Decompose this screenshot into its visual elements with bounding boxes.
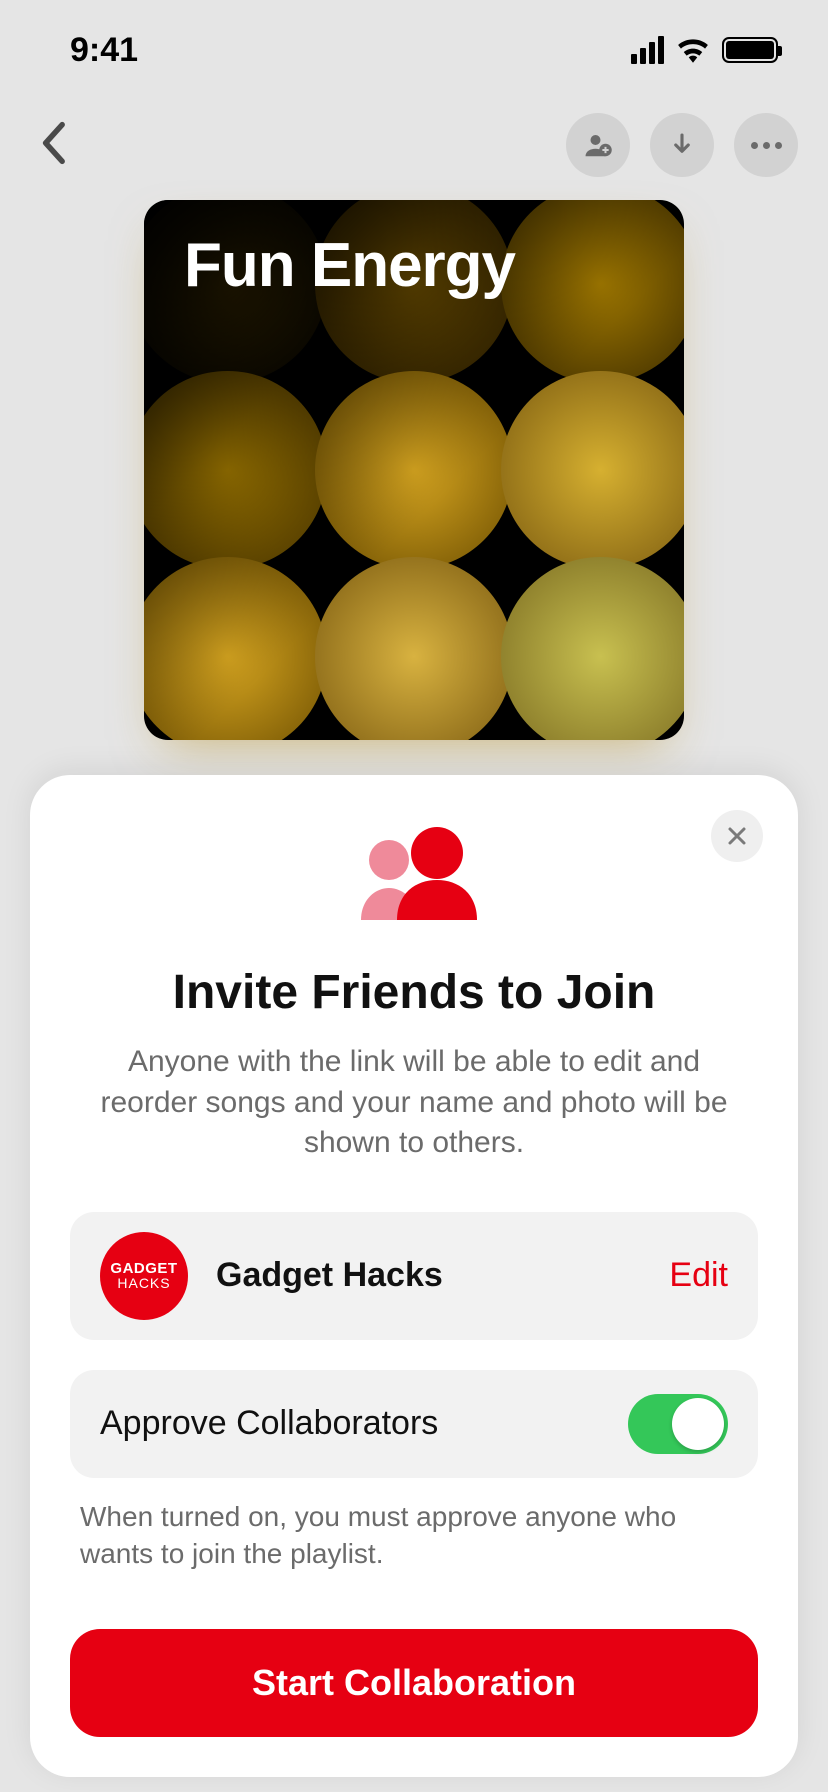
status-time: 9:41	[70, 31, 138, 70]
download-button[interactable]	[650, 113, 714, 177]
playlist-title: Fun Energy	[184, 230, 515, 301]
start-collaboration-button[interactable]: Start Collaboration	[70, 1629, 758, 1737]
approve-collaborators-label: Approve Collaborators	[100, 1404, 438, 1443]
wifi-icon	[676, 37, 710, 63]
approve-collaborators-help: When turned on, you must approve anyone …	[70, 1498, 758, 1574]
download-icon	[667, 130, 697, 160]
approve-collaborators-toggle[interactable]	[628, 1394, 728, 1454]
nav-bar	[0, 100, 828, 190]
sheet-description: Anyone with the link will be able to edi…	[70, 1042, 758, 1164]
status-bar: 9:41	[0, 0, 828, 100]
chevron-left-icon	[40, 121, 66, 165]
profile-name: Gadget Hacks	[216, 1256, 641, 1295]
add-person-button[interactable]	[566, 113, 630, 177]
person-add-icon	[583, 130, 613, 160]
ellipsis-icon	[751, 142, 782, 149]
invite-sheet: Invite Friends to Join Anyone with the l…	[30, 775, 798, 1777]
profile-row[interactable]: GADGET HACKS Gadget Hacks Edit	[70, 1212, 758, 1340]
battery-icon	[722, 37, 778, 63]
close-icon	[725, 824, 749, 848]
approve-collaborators-row: Approve Collaborators	[70, 1370, 758, 1478]
avatar: GADGET HACKS	[100, 1232, 188, 1320]
people-icon	[339, 825, 489, 930]
close-button[interactable]	[711, 810, 763, 862]
playlist-artwork[interactable]: Fun Energy	[144, 200, 684, 740]
back-button[interactable]	[30, 111, 76, 180]
sheet-title: Invite Friends to Join	[70, 965, 758, 1020]
cellular-signal-icon	[631, 36, 664, 64]
more-button[interactable]	[734, 113, 798, 177]
status-icons	[631, 36, 778, 64]
edit-button[interactable]: Edit	[669, 1256, 728, 1295]
